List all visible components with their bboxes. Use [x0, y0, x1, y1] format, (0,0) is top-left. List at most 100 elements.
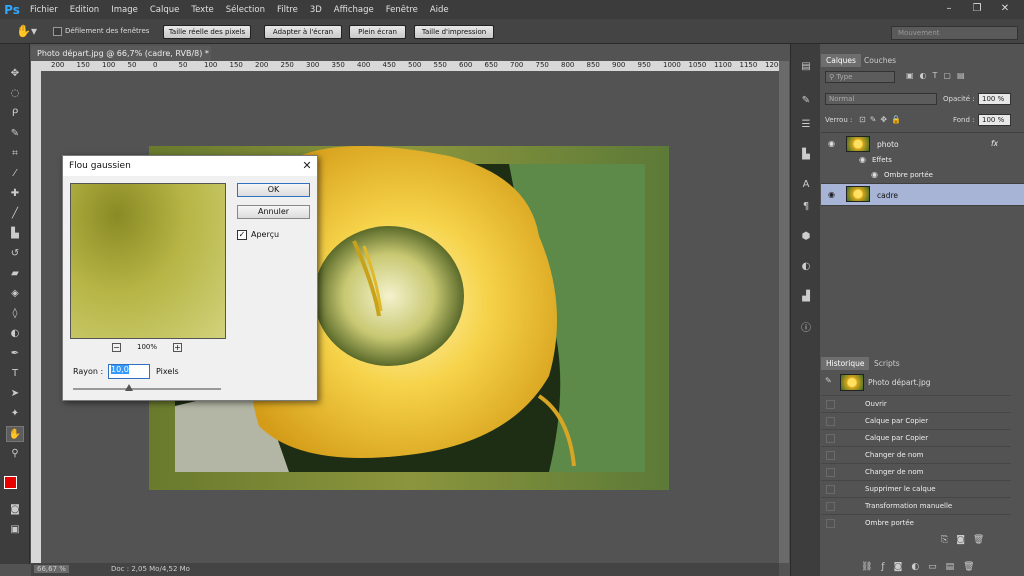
zoom-tool-icon[interactable]: ⚲	[6, 446, 24, 462]
restore-button[interactable]: ❐	[966, 0, 988, 18]
eraser-tool-icon[interactable]: ▰	[6, 266, 24, 282]
histogram-icon[interactable]: ▟	[799, 290, 813, 304]
scroll-all-windows-checkbox[interactable]	[53, 27, 62, 36]
menu-3d[interactable]: 3D	[304, 5, 328, 15]
paint-bucket-tool-icon[interactable]: ◈	[6, 286, 24, 302]
dodge-tool-icon[interactable]: ◐	[6, 326, 24, 342]
foreground-color-swatch[interactable]	[4, 476, 17, 489]
fill-input[interactable]: 100 %	[978, 114, 1011, 126]
menu-edition[interactable]: Edition	[64, 5, 105, 15]
layer-filter-select[interactable]: ⚲ Type	[825, 71, 895, 83]
full-screen-button[interactable]: Plein écran	[349, 25, 406, 39]
zoom-in-icon[interactable]: +	[173, 343, 182, 352]
history-brush-tool-icon[interactable]: ↺	[6, 246, 24, 262]
clone-source-icon[interactable]: ▙	[799, 148, 813, 162]
minimize-button[interactable]: –	[938, 0, 960, 18]
hand-tool-preset-icon[interactable]: ✋▾	[16, 24, 37, 38]
hand-tool-icon[interactable]: ✋	[6, 426, 24, 442]
workspace-select[interactable]: Mouvement	[891, 26, 1018, 40]
history-footer-icons[interactable]: ⎘◙🗑	[941, 535, 992, 545]
path-select-tool-icon[interactable]: ➤	[6, 386, 24, 402]
history-snapshot[interactable]: ✎ Photo départ.jpg	[821, 371, 1011, 395]
tab-calques[interactable]: Calques	[821, 54, 861, 67]
move-tool-icon[interactable]: ✥	[6, 66, 24, 82]
fit-screen-button[interactable]: Adapter à l'écran	[264, 25, 342, 39]
shape-tool-icon[interactable]: ✦	[6, 406, 24, 422]
layer-row-cadre[interactable]: ◉ cadre	[821, 183, 1024, 205]
lock-icons[interactable]: ⊡✎✥🔒	[859, 115, 905, 124]
lasso-tool-icon[interactable]: ᑭ	[6, 106, 24, 122]
blur-preview[interactable]	[70, 183, 226, 339]
menu-affichage[interactable]: Affichage	[328, 5, 380, 15]
menu-image[interactable]: Image	[105, 5, 144, 15]
type-tool-icon[interactable]: T	[6, 366, 24, 382]
blend-mode-select[interactable]: Normal	[825, 93, 937, 105]
history-panel-icon[interactable]: ▤	[799, 60, 813, 74]
menu-texte[interactable]: Texte	[185, 5, 219, 15]
history-checkbox[interactable]	[826, 434, 835, 443]
menu-aide[interactable]: Aide	[424, 5, 455, 15]
document-tab[interactable]: Photo départ.jpg @ 66,7% (cadre, RVB/8) …	[31, 46, 211, 73]
ok-button[interactable]: OK	[237, 183, 310, 197]
history-item[interactable]: Ouvrir	[821, 395, 1011, 412]
history-checkbox[interactable]	[826, 417, 835, 426]
history-checkbox[interactable]	[826, 468, 835, 477]
cancel-button[interactable]: Annuler	[237, 205, 310, 219]
adjustments-icon[interactable]: ◐	[799, 260, 813, 274]
3d-panel-icon[interactable]: ⬢	[799, 230, 813, 244]
zoom-out-icon[interactable]: −	[112, 343, 121, 352]
menu-fichier[interactable]: Fichier	[24, 5, 64, 15]
history-checkbox[interactable]	[826, 502, 835, 511]
zoom-level[interactable]: 66,67 %	[34, 565, 69, 573]
menu-selection[interactable]: Sélection	[220, 5, 271, 15]
blur-tool-icon[interactable]: ◊	[6, 306, 24, 322]
paragraph-panel-icon[interactable]: ¶	[799, 200, 813, 214]
healing-tool-icon[interactable]: ✚	[6, 186, 24, 202]
print-size-button[interactable]: Taille d'impression	[414, 25, 494, 39]
fx-icon[interactable]: fx	[991, 139, 998, 148]
history-item[interactable]: Transformation manuelle	[821, 497, 1011, 514]
radius-slider-track[interactable]	[73, 388, 221, 390]
effects-eye-icon[interactable]: ◉	[859, 155, 866, 164]
brush-presets-icon[interactable]: ☰	[799, 118, 813, 132]
history-checkbox[interactable]	[826, 451, 835, 460]
quick-select-tool-icon[interactable]: ✎	[6, 126, 24, 142]
stamp-tool-icon[interactable]: ▙	[6, 226, 24, 242]
layer-filter-icons[interactable]: ▣◐T▢▤	[906, 71, 971, 80]
visibility-eye-icon[interactable]: ◉	[828, 139, 835, 148]
tab-couches[interactable]: Couches	[859, 54, 901, 67]
layers-footer-icons[interactable]: ⛓ƒ◙◐▭▤🗑	[861, 562, 984, 572]
layer-row-photo[interactable]: ◉ photo fx ◉ Effets ◉ Ombre portée	[821, 132, 1024, 183]
menu-fenetre[interactable]: Fenêtre	[380, 5, 424, 15]
opacity-input[interactable]: 100 %	[978, 93, 1011, 105]
brush-tool-icon[interactable]: ╱	[6, 206, 24, 222]
history-checkbox[interactable]	[826, 400, 835, 409]
history-item[interactable]: Calque par Copier	[821, 429, 1011, 446]
radius-slider-thumb[interactable]	[125, 384, 134, 391]
marquee-tool-icon[interactable]: ◌	[6, 86, 24, 102]
preview-checkbox[interactable]: ✓	[237, 230, 247, 240]
tab-scripts[interactable]: Scripts	[869, 357, 905, 370]
dialog-close-button[interactable]: ✕	[299, 158, 315, 174]
crop-tool-icon[interactable]: ⌗	[6, 146, 24, 162]
tab-historique[interactable]: Historique	[821, 357, 870, 370]
history-item[interactable]: Changer de nom	[821, 446, 1011, 463]
actual-pixels-button[interactable]: Taille réelle des pixels	[163, 25, 251, 39]
history-checkbox[interactable]	[826, 485, 835, 494]
history-item[interactable]: Supprimer le calque	[821, 480, 1011, 497]
history-item[interactable]: Calque par Copier	[821, 412, 1011, 429]
pen-tool-icon[interactable]: ✒	[6, 346, 24, 362]
drop-shadow-eye-icon[interactable]: ◉	[871, 170, 878, 179]
history-item[interactable]: Changer de nom	[821, 463, 1011, 480]
visibility-eye-icon[interactable]: ◉	[828, 190, 835, 199]
brush-panel-icon[interactable]: ✎	[799, 94, 813, 108]
quick-mask-icon[interactable]: ◙	[6, 502, 24, 518]
radius-input[interactable]: 10,0	[108, 364, 150, 379]
history-checkbox[interactable]	[826, 519, 835, 528]
close-window-button[interactable]: ✕	[994, 0, 1016, 18]
screen-mode-icon[interactable]: ▣	[6, 522, 24, 538]
eyedropper-tool-icon[interactable]: ⁄	[6, 166, 24, 182]
character-panel-icon[interactable]: A	[799, 178, 813, 192]
menu-filtre[interactable]: Filtre	[271, 5, 304, 15]
menu-calque[interactable]: Calque	[144, 5, 186, 15]
